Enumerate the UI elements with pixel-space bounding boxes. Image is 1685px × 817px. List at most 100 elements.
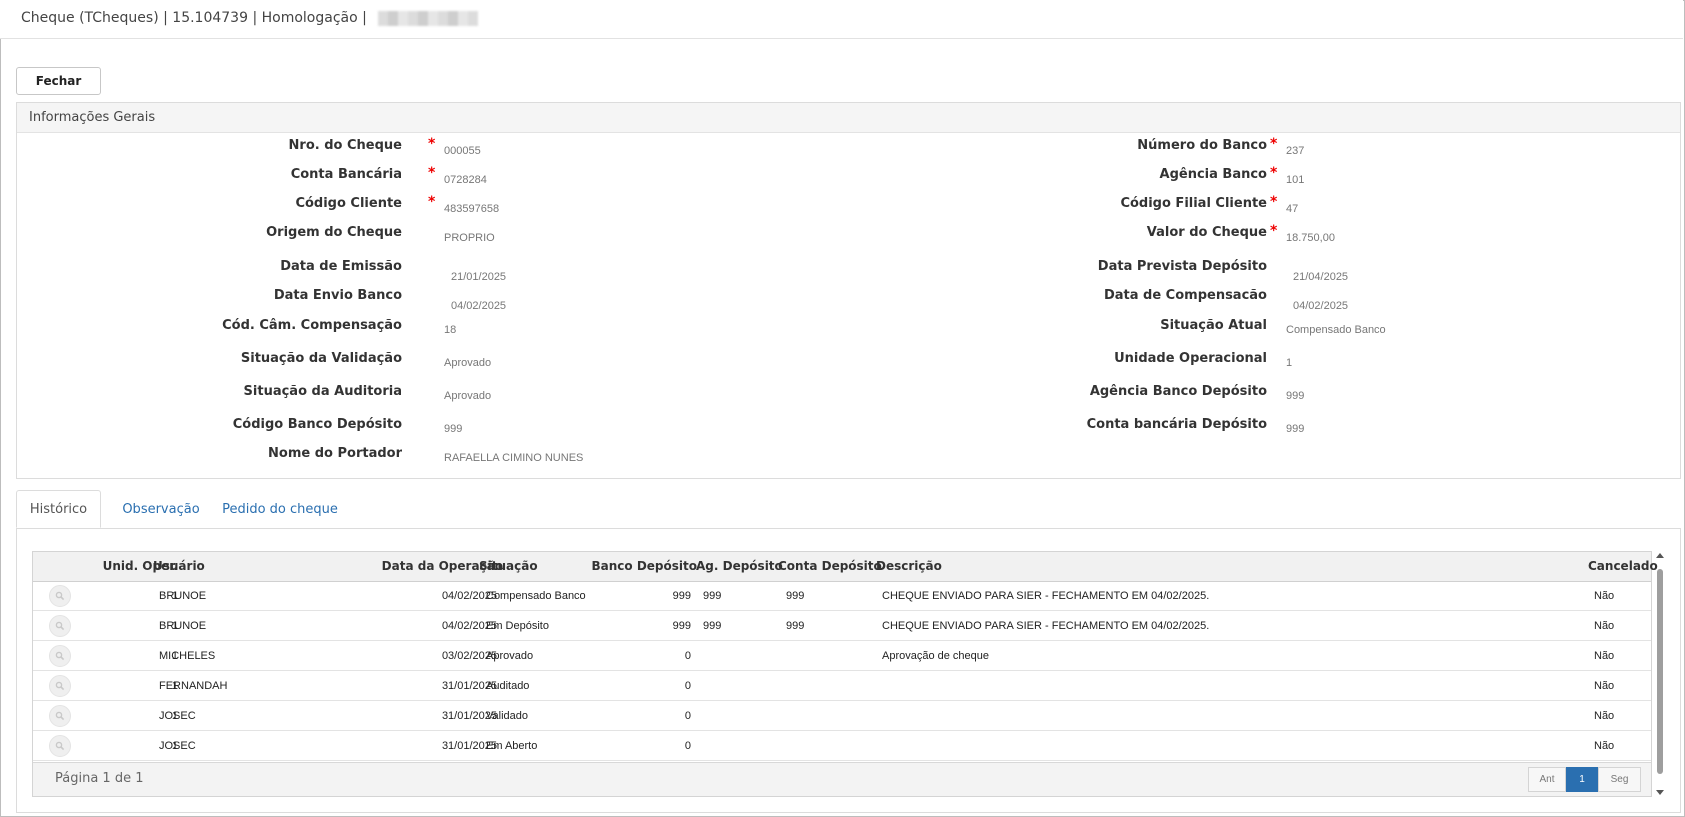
col-header-situacao[interactable]: Situação bbox=[479, 552, 538, 581]
window-title: Cheque (TCheques) | 15.104739 | Homologa… bbox=[21, 10, 367, 26]
field-value: 999 bbox=[1286, 423, 1305, 435]
scroll-thumb[interactable] bbox=[1657, 569, 1663, 774]
cell-banco-deposito: 0 bbox=[684, 710, 691, 722]
table-row[interactable]: 1 JOSEC 31/01/2025 Validado 0 Não bbox=[33, 701, 1651, 731]
scroll-down-icon[interactable] bbox=[1656, 790, 1664, 795]
cell-usuario: BRUNOE bbox=[159, 620, 207, 632]
field-label: Cód. Câm. Compensação bbox=[222, 318, 402, 333]
field-label: Código Banco Depósito bbox=[232, 417, 402, 432]
field-value: 04/02/2025 bbox=[1293, 300, 1349, 312]
cell-cancelado: Não bbox=[1594, 710, 1615, 722]
cell-cancelado: Não bbox=[1594, 740, 1615, 752]
field-value: 999 bbox=[444, 423, 463, 435]
field-value: 0728284 bbox=[444, 174, 487, 186]
view-details-icon[interactable] bbox=[49, 705, 71, 727]
table-row[interactable]: 1 JOSEC 31/01/2025 Em Aberto 0 Não bbox=[33, 731, 1651, 761]
table-row[interactable]: 1 BRUNOE 04/02/2025 Em Depósito 999 999 999 CHE… bbox=[33, 611, 1651, 641]
tab-historico[interactable]: Histórico bbox=[16, 490, 101, 528]
cell-usuario: JOSEC bbox=[159, 710, 196, 722]
field-label: Código Cliente bbox=[295, 196, 402, 211]
history-grid: Unid. Oper. Usuário Data da Operação Sit… bbox=[32, 551, 1658, 797]
cell-cancelado: Não bbox=[1594, 650, 1615, 662]
cell-banco-deposito: 0 bbox=[684, 680, 691, 692]
grid-vertical-scrollbar[interactable] bbox=[1654, 551, 1666, 797]
col-header-banco-deposito[interactable]: Banco Depósito bbox=[592, 552, 698, 581]
view-details-icon[interactable] bbox=[49, 585, 71, 607]
field-value: Aprovado bbox=[444, 357, 492, 369]
field-label: Número do Banco bbox=[1137, 138, 1267, 153]
cell-ag-deposito: 999 bbox=[703, 620, 722, 632]
field-value: 21/01/2025 bbox=[451, 271, 507, 283]
cell-cancelado: Não bbox=[1594, 620, 1615, 632]
required-marker: * bbox=[1270, 136, 1278, 152]
view-details-icon[interactable] bbox=[49, 615, 71, 637]
page-1-button[interactable]: 1 bbox=[1566, 767, 1598, 792]
next-page-button[interactable]: Seg bbox=[1598, 767, 1641, 792]
cell-banco-deposito: 999 bbox=[672, 620, 691, 632]
page-info: Página 1 de 1 bbox=[55, 771, 144, 786]
field-value: 101 bbox=[1286, 174, 1305, 186]
field-label: Data de Compensacão bbox=[1103, 288, 1267, 303]
view-details-icon[interactable] bbox=[49, 645, 71, 667]
field-value: 18 bbox=[444, 324, 457, 336]
required-marker: * bbox=[428, 165, 436, 181]
cell-usuario: JOSEC bbox=[159, 740, 196, 752]
cell-banco-deposito: 0 bbox=[684, 740, 691, 752]
field-value: RAFAELLA CIMINO NUNES bbox=[444, 452, 584, 464]
col-header-descricao[interactable]: Descrição bbox=[876, 552, 942, 581]
table-row[interactable]: 1 MICHELES 03/02/2025 Aprovado 0 Aprovação de… bbox=[33, 641, 1651, 671]
close-button[interactable]: Fechar bbox=[16, 67, 101, 95]
table-row[interactable]: 1 FERNANDAH 31/01/2025 Auditado 0 Não bbox=[33, 671, 1651, 701]
required-marker: * bbox=[1270, 223, 1278, 239]
required-marker: * bbox=[1270, 194, 1278, 210]
field-label: Unidade Operacional bbox=[1114, 351, 1267, 366]
col-header-cancelado[interactable]: Cancelado bbox=[1588, 552, 1658, 581]
field-label: Situação da Auditoria bbox=[243, 384, 402, 399]
cell-situacao: Em Depósito bbox=[486, 620, 549, 632]
cell-cancelado: Não bbox=[1594, 680, 1615, 692]
field-label: Código Filial Cliente bbox=[1120, 196, 1267, 211]
field-label: Data Prevista Depósito bbox=[1097, 259, 1267, 274]
field-value: 1 bbox=[1286, 357, 1293, 369]
view-details-icon[interactable] bbox=[49, 675, 71, 697]
tab-bar: Histórico Observação Pedido do cheque bbox=[16, 490, 1681, 529]
view-details-icon[interactable] bbox=[49, 735, 71, 757]
field-value: 21/04/2025 bbox=[1293, 271, 1349, 283]
field-value: 18.750,00 bbox=[1286, 232, 1335, 244]
table-row[interactable]: 1 BRUNOE 04/02/2025 Compensado Banco 999 999 9… bbox=[33, 581, 1651, 611]
col-header-conta-deposito[interactable]: Conta Depósito bbox=[778, 552, 882, 581]
grid-header: Unid. Oper. Usuário Data da Operação Sit… bbox=[33, 552, 1658, 582]
grid-footer: Página 1 de 1 Ant 1 Seg bbox=[33, 762, 1651, 796]
field-value: 000055 bbox=[444, 145, 481, 157]
required-marker: * bbox=[428, 194, 436, 210]
cell-situacao: Em Aberto bbox=[486, 740, 538, 752]
field-value: 47 bbox=[1286, 203, 1299, 215]
title-bar: Cheque (TCheques) | 15.104739 | Homologa… bbox=[0, 0, 1683, 39]
field-label: Data de Emissão bbox=[280, 259, 402, 274]
cell-usuario: MICHELES bbox=[159, 650, 216, 662]
field-value: Aprovado bbox=[444, 390, 492, 402]
cell-situacao: Auditado bbox=[486, 680, 530, 692]
pagination: Ant 1 Seg bbox=[1528, 767, 1641, 792]
cell-ag-deposito: 999 bbox=[703, 590, 722, 602]
cell-banco-deposito: 999 bbox=[672, 590, 691, 602]
prev-page-button[interactable]: Ant bbox=[1528, 767, 1566, 792]
field-label: Situação Atual bbox=[1160, 318, 1267, 333]
field-value: 483597658 bbox=[444, 203, 500, 215]
cell-conta-deposito: 999 bbox=[786, 620, 805, 632]
tab-pedido-do-cheque[interactable]: Pedido do cheque bbox=[215, 490, 345, 528]
cell-descricao: Aprovação de cheque bbox=[882, 650, 990, 662]
cell-conta-deposito: 999 bbox=[786, 590, 805, 602]
col-header-usuario[interactable]: Usuário bbox=[153, 552, 205, 581]
cell-situacao: Compensado Banco bbox=[486, 590, 586, 602]
col-header-ag-deposito[interactable]: Ag. Depósito bbox=[696, 552, 783, 581]
cell-usuario: BRUNOE bbox=[159, 590, 207, 602]
field-label: Conta Bancária bbox=[290, 167, 402, 182]
required-marker: * bbox=[1270, 165, 1278, 181]
field-label: Nro. do Cheque bbox=[288, 138, 402, 153]
cell-usuario: FERNANDAH bbox=[159, 680, 228, 692]
tab-observacao[interactable]: Observação bbox=[111, 490, 211, 528]
cell-cancelado: Não bbox=[1594, 590, 1615, 602]
scroll-up-icon[interactable] bbox=[1656, 553, 1664, 558]
section-title: Informações Gerais bbox=[29, 110, 156, 125]
